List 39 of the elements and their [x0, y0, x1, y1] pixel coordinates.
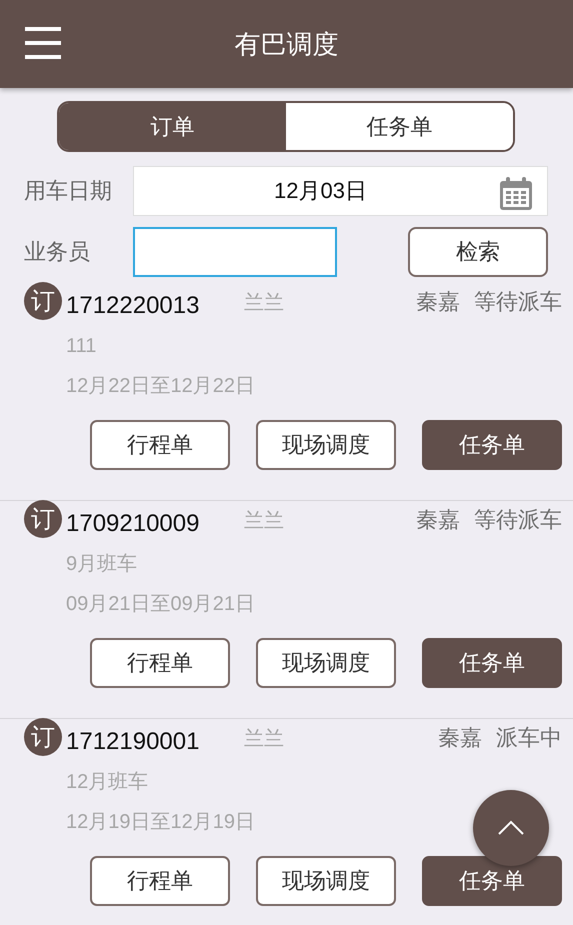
order-status: 等待派车 — [474, 506, 562, 534]
action-button[interactable]: 任务单 — [422, 638, 562, 688]
contact-name: 兰兰 — [244, 290, 284, 316]
action-button[interactable]: 现场调度 — [256, 856, 396, 906]
search-button[interactable]: 检索 — [408, 227, 548, 277]
date-field[interactable]: 12月03日 — [133, 166, 548, 216]
order-badge: 订 — [24, 718, 62, 756]
order-badge: 订 — [24, 282, 62, 320]
order-badge: 订 — [24, 500, 62, 538]
date-range: 12月19日至12月19日 — [66, 810, 255, 835]
tab[interactable]: 订单 — [59, 103, 286, 150]
action-button[interactable]: 行程单 — [90, 856, 230, 906]
driver-name: 秦嘉 — [416, 288, 460, 316]
action-button[interactable]: 现场调度 — [256, 420, 396, 470]
menu-icon[interactable] — [25, 26, 61, 60]
order-note: 111 — [66, 334, 96, 359]
date-label: 用车日期 — [24, 177, 113, 205]
order-note: 9月班车 — [66, 552, 138, 577]
contact-name: 兰兰 — [244, 508, 284, 534]
order-number[interactable]: 1709210009 — [66, 510, 244, 538]
order-number[interactable]: 1712220013 — [66, 292, 244, 320]
calendar-icon[interactable] — [499, 177, 533, 211]
driver-name: 秦嘉 — [438, 724, 482, 752]
staff-input-field[interactable] — [133, 227, 337, 277]
order-status: 派车中 — [496, 724, 562, 752]
contact-name: 兰兰 — [244, 726, 284, 752]
order-number[interactable]: 1712190001 — [66, 728, 244, 756]
action-button[interactable]: 任务单 — [422, 420, 562, 470]
date-range: 12月22日至12月22日 — [66, 374, 255, 399]
date-range: 09月21日至09月21日 — [66, 592, 255, 617]
action-button[interactable]: 行程单 — [90, 420, 230, 470]
app-title: 有巴调度 — [234, 28, 338, 60]
order-note: 12月班车 — [66, 770, 148, 795]
driver-name: 秦嘉 — [416, 506, 460, 534]
order-status: 等待派车 — [474, 288, 562, 316]
action-button[interactable]: 行程单 — [90, 638, 230, 688]
action-button[interactable]: 现场调度 — [256, 638, 396, 688]
action-button[interactable]: 任务单 — [422, 856, 562, 906]
staff-label: 业务员 — [24, 238, 91, 266]
